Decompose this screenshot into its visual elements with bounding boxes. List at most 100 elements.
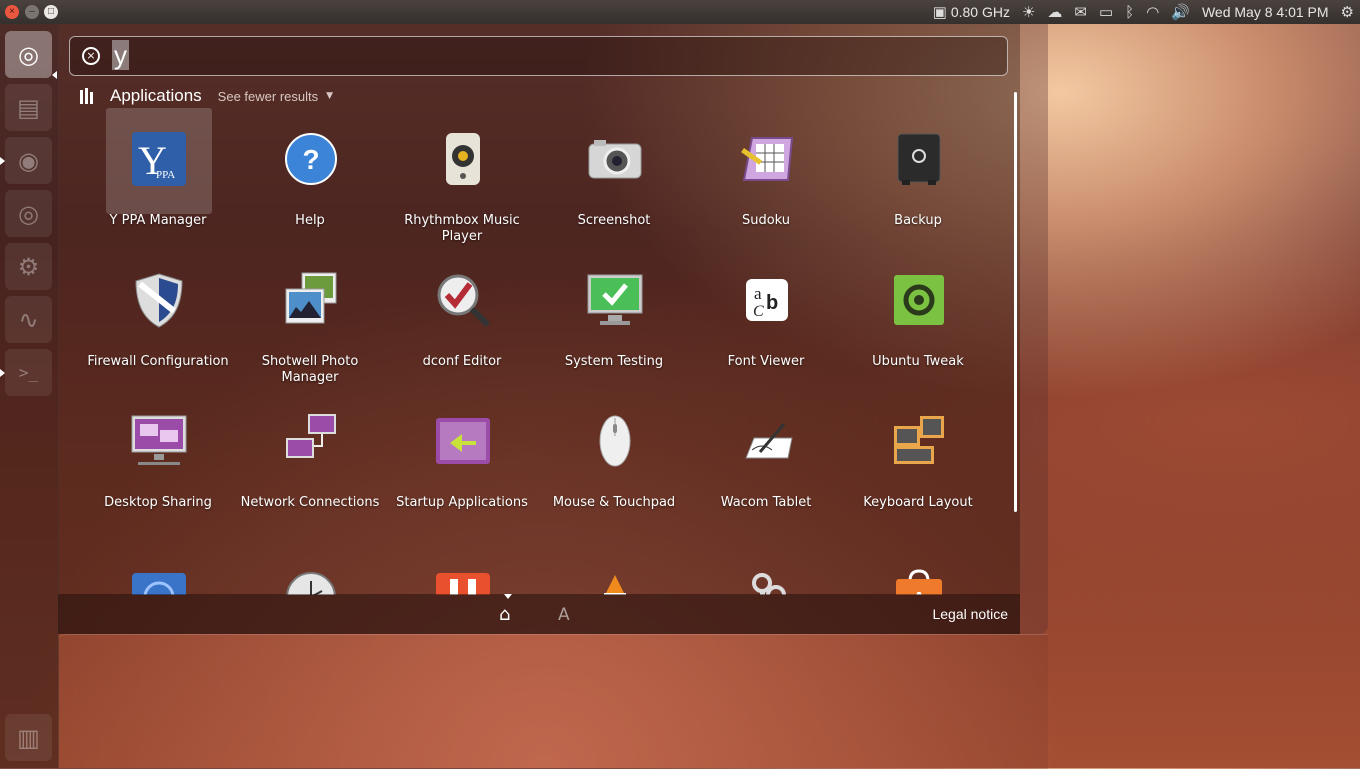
network-icon (282, 412, 340, 470)
applications-lens-icon[interactable]: A (558, 605, 570, 625)
wifi-icon: ◠ (1146, 4, 1160, 21)
svg-text:C: C (753, 303, 764, 320)
app-label: dconf Editor (422, 354, 502, 369)
launcher-item-dash[interactable]: ◎ (5, 31, 52, 78)
app-tile[interactable]: Mouse & Touchpad (538, 390, 690, 531)
running-pip-icon (0, 157, 5, 165)
launcher-item-terminal[interactable]: >_ (5, 349, 52, 396)
safe-icon (890, 130, 948, 188)
font-icon: abC (738, 271, 796, 329)
app-tile[interactable]: Wacom Tablet (690, 390, 842, 531)
app-tile[interactable]: System Testing (538, 249, 690, 390)
cpu-icon: ▣ (932, 4, 947, 21)
desktop-share-icon (130, 412, 188, 470)
session-indicator[interactable]: ⚙ (1341, 3, 1354, 21)
launcher-item-files[interactable]: ▤ (5, 84, 52, 131)
home-lens-icon[interactable]: ⌂ (499, 604, 510, 625)
app-tile[interactable]: Backup (842, 108, 994, 249)
app-icon-highlight (562, 249, 668, 355)
launcher-item-trash[interactable]: ▥ (5, 714, 52, 761)
app-tile[interactable]: Shotwell Photo Manager (234, 249, 386, 390)
app-icon-highlight (410, 249, 516, 355)
app-tile[interactable]: Desktop Sharing (82, 390, 234, 531)
active-lens-pip-icon (504, 594, 512, 599)
launcher-item-system-monitor[interactable]: ∿ (5, 296, 52, 343)
app-tile[interactable]: dconf Editor (386, 249, 538, 390)
partial-vlc-icon (586, 553, 644, 595)
gear-icon: ⚙ (1340, 4, 1354, 21)
cloud-indicator[interactable]: ☁ (1047, 3, 1062, 21)
app-label: Network Connections (240, 495, 380, 510)
results-scrollbar[interactable] (1014, 92, 1017, 512)
launcher-item-settings[interactable]: ⚙ (5, 243, 52, 290)
search-query[interactable]: y (112, 40, 129, 71)
launcher-item-firefox[interactable]: ◉ (5, 137, 52, 184)
app-tile[interactable] (82, 531, 234, 595)
maximize-window-button[interactable]: □ (44, 5, 58, 19)
app-label: Mouse & Touchpad (552, 495, 676, 510)
app-label: Y PPA Manager (109, 213, 207, 228)
app-icon-highlight: A (866, 531, 972, 595)
app-icon-highlight: ? (258, 108, 364, 214)
app-label: Sudoku (741, 213, 791, 228)
bluetooth-indicator[interactable]: ᛒ (1125, 4, 1134, 21)
monitor-check-icon (586, 271, 644, 329)
app-tile[interactable]: Sudoku (690, 108, 842, 249)
app-tile[interactable]: A (842, 531, 994, 595)
app-tile[interactable]: Ubuntu Tweak (842, 249, 994, 390)
app-icon-highlight (410, 108, 516, 214)
camera-icon (586, 130, 644, 188)
app-tile[interactable] (386, 531, 538, 595)
app-tile[interactable]: Startup Applications (386, 390, 538, 531)
battery-indicator[interactable]: ▭ (1099, 3, 1113, 21)
app-icon-highlight (866, 249, 972, 355)
clear-search-icon[interactable]: × (82, 47, 100, 65)
app-tile[interactable]: Network Connections (234, 390, 386, 531)
app-tile[interactable] (538, 531, 690, 595)
app-tile[interactable]: Rhythmbox Music Player (386, 108, 538, 249)
app-label: Wacom Tablet (720, 495, 812, 510)
app-label: Shotwell Photo Manager (261, 354, 359, 385)
partial-globe-icon (130, 553, 188, 595)
app-icon-highlight (866, 108, 972, 214)
app-label: Screenshot (577, 213, 651, 228)
mail-icon: ✉ (1074, 4, 1087, 21)
app-icon-highlight (258, 249, 364, 355)
app-tile[interactable]: Firewall Configuration (82, 249, 234, 390)
network-indicator[interactable]: ◠ (1146, 3, 1159, 21)
app-tile[interactable] (234, 531, 386, 595)
app-tile[interactable]: Screenshot (538, 108, 690, 249)
app-icon-highlight (106, 531, 212, 595)
weather-indicator[interactable]: ☀ (1022, 3, 1035, 21)
app-icon-highlight (106, 390, 212, 496)
running-pip-icon (0, 369, 5, 377)
launcher-item-disc[interactable]: ◎ (5, 190, 52, 237)
dash-search-field[interactable]: × y (69, 36, 1008, 76)
cpu-indicator[interactable]: ▣ 0.80 GHz (933, 3, 1010, 21)
app-tile[interactable]: ? Help (234, 108, 386, 249)
legal-notice-link[interactable]: Legal notice (932, 606, 1008, 622)
see-fewer-results-link[interactable]: See fewer results (218, 89, 318, 104)
yppa-icon: Y PPA (130, 130, 188, 188)
tablet-icon (738, 412, 796, 470)
partial-keys-icon (738, 553, 796, 595)
app-tile[interactable] (690, 531, 842, 595)
disc-icon: ◎ (18, 199, 39, 228)
app-label: Startup Applications (396, 495, 528, 510)
app-icon-highlight (714, 390, 820, 496)
app-tile[interactable]: Keyboard Layout (842, 390, 994, 531)
app-tile[interactable]: a b C Font Viewer (690, 249, 842, 390)
clock-indicator[interactable]: Wed May 8 4:01 PM (1202, 4, 1329, 20)
app-label: Help (295, 213, 325, 228)
chevron-down-icon[interactable]: ▼ (326, 91, 333, 101)
app-label: Desktop Sharing (104, 495, 212, 510)
app-label: Backup (894, 213, 942, 228)
sound-indicator[interactable]: 🔊 (1171, 3, 1190, 21)
minimize-window-button[interactable]: – (25, 5, 39, 19)
app-tile[interactable]: Y PPA Y PPA Manager (82, 108, 234, 249)
close-window-button[interactable]: × (5, 5, 19, 19)
messaging-indicator[interactable]: ✉ (1074, 3, 1087, 21)
svg-text:?: ? (302, 144, 319, 175)
app-label: Firewall Configuration (87, 354, 229, 369)
lens-bar: ⌂ A Legal notice (58, 594, 1020, 634)
